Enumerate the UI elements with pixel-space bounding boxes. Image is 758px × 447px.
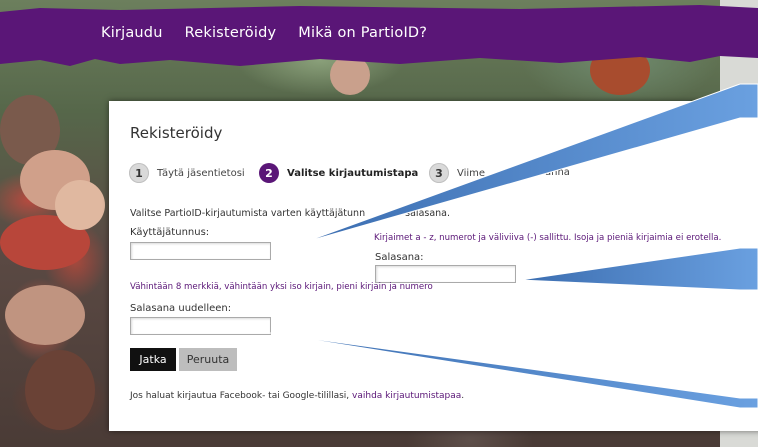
intro-text-end: salasana. — [405, 208, 451, 219]
footer-text-start: Jos haluat kirjautua Facebook- tai Googl… — [130, 391, 350, 401]
step-3: 3 Viime — [429, 163, 485, 183]
nav-link-about-partioid[interactable]: Mikä on PartioID? — [298, 25, 427, 41]
password-repeat-input[interactable] — [130, 317, 271, 335]
top-navigation: Kirjaudu Rekisteröidy Mikä on PartioID? — [0, 0, 758, 72]
step-3-label: Viime — [457, 167, 486, 179]
intro-text-start: Valitse PartioID-kirjautumista varten kä… — [130, 208, 366, 219]
nav-link-register[interactable]: Rekisteröidy — [185, 25, 277, 41]
password-input[interactable] — [375, 265, 516, 283]
page-title: Rekisteröidy — [130, 124, 223, 142]
password-hint: Vähintään 8 merkkiä, vähintään yksi iso … — [130, 282, 433, 292]
cancel-button[interactable]: Peruuta — [179, 348, 237, 371]
username-label: Käyttäjätunnus: — [130, 227, 210, 238]
step-3-number: 3 — [429, 163, 449, 183]
progress-steps: 1 Täytä jäsentietosi 2 Valitse kirjautum… — [129, 163, 758, 185]
footer-text-end: . — [461, 391, 465, 401]
username-input[interactable] — [130, 242, 271, 260]
intro-text: Valitse PartioID-kirjautumista varten kä… — [130, 208, 450, 219]
step-1: 1 Täytä jäsentietosi — [129, 163, 245, 183]
change-login-method-link[interactable]: vaihda kirjautumistapaa — [352, 391, 461, 401]
continue-button[interactable]: Jatka — [130, 348, 176, 371]
registration-card: Rekisteröidy 1 Täytä jäsentietosi 2 Vali… — [109, 101, 758, 431]
step-1-number: 1 — [129, 163, 149, 183]
crowd-blob — [55, 180, 105, 230]
username-hint: Kirjaimet a - z, numerot ja väliviiva (-… — [374, 233, 722, 243]
step-1-label: Täytä jäsentietosi — [157, 167, 245, 179]
step-2: 2 Valitse kirjautumistapa — [259, 163, 418, 183]
step-3-label-tail: anna — [545, 167, 570, 178]
password-repeat-label: Salasana uudelleen: — [130, 303, 232, 314]
step-2-number: 2 — [259, 163, 279, 183]
nav-link-login[interactable]: Kirjaudu — [101, 25, 163, 41]
footer-text: Jos haluat kirjautua Facebook- tai Googl… — [130, 391, 464, 401]
password-label: Salasana: — [375, 252, 424, 263]
crowd-blob — [5, 285, 85, 345]
crowd-blob — [25, 350, 95, 430]
step-2-label: Valitse kirjautumistapa — [287, 167, 419, 179]
